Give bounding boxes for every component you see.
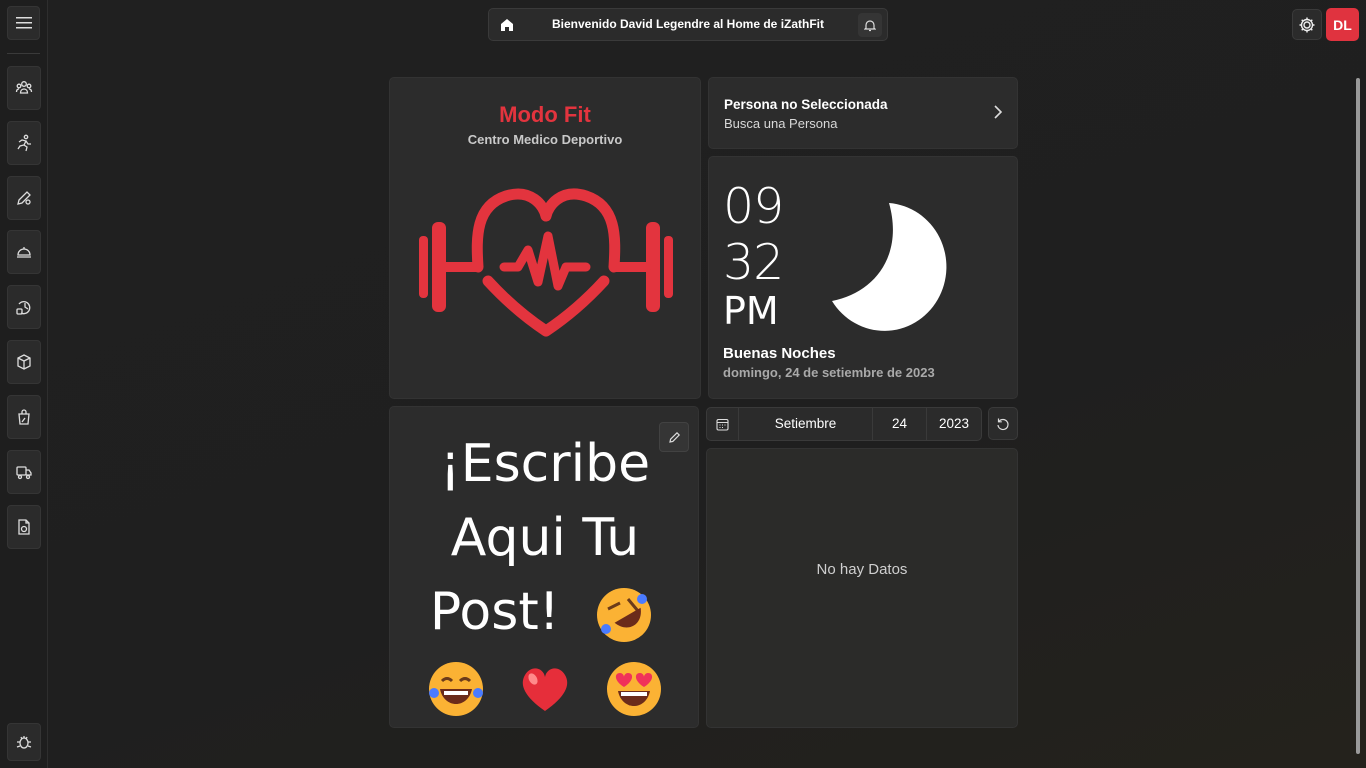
sidebar-item-services[interactable]	[7, 230, 41, 274]
page-title: Bienvenido David Legendre al Home de iZa…	[551, 17, 825, 31]
calendar-button[interactable]	[707, 408, 739, 440]
clock-minutes: 32	[723, 234, 784, 291]
hamburger-icon	[15, 17, 32, 29]
joy-emoji-icon	[429, 662, 484, 716]
post-line-2: Aqui Tu	[450, 508, 640, 568]
post-line-1: ¡Escribe	[439, 434, 651, 494]
edit-settings-icon	[17, 191, 31, 205]
person-subtitle: Busca una Persona	[724, 116, 838, 131]
hamburger-menu-button[interactable]	[7, 6, 40, 40]
gear-icon	[1299, 17, 1315, 32]
sidebar	[0, 0, 48, 768]
calendar-icon	[716, 418, 729, 431]
heart-emoji-icon	[522, 668, 568, 711]
post-line-3-row: Post!	[410, 575, 680, 649]
data-panel: No hay Datos	[706, 448, 1018, 728]
sidebar-item-edit-settings[interactable]	[7, 176, 41, 220]
brand-card: Modo Fit Centro Medico Deportivo	[389, 77, 701, 399]
home-button[interactable]	[495, 13, 519, 37]
post-emoji-row	[410, 649, 680, 723]
rofl-emoji-icon	[597, 588, 652, 642]
home-icon	[501, 19, 513, 31]
chevron-right-icon	[994, 105, 1003, 119]
sidebar-item-documents[interactable]	[7, 505, 41, 549]
sidebar-item-delivery[interactable]	[7, 450, 41, 494]
heart-eyes-emoji-icon	[606, 662, 661, 716]
people-icon	[15, 81, 33, 94]
shopping-bag-percent-icon	[18, 409, 30, 425]
service-bell-icon	[17, 247, 31, 258]
sidebar-item-debug[interactable]	[7, 723, 41, 761]
post-content: ¡Escribe Aqui Tu Post!	[410, 427, 680, 723]
bug-icon	[16, 736, 32, 749]
history-lock-icon	[16, 301, 31, 315]
running-person-icon	[17, 134, 31, 152]
brand-subtitle: Centro Medico Deportivo	[467, 132, 623, 147]
brand-name: Modo Fit	[499, 102, 591, 127]
person-title: Persona no Seleccionada	[724, 97, 888, 112]
post-card: ¡Escribe Aqui Tu Post!	[389, 406, 699, 728]
year-picker[interactable]: 2023	[927, 408, 981, 440]
moon-icon	[832, 203, 947, 331]
sidebar-item-history[interactable]	[7, 285, 41, 329]
date-selector: Setiembre 24 2023	[706, 407, 982, 441]
sidebar-divider	[7, 53, 40, 54]
post-line-3: Post!	[429, 582, 560, 642]
refresh-icon	[997, 418, 1009, 430]
bell-icon	[864, 19, 876, 31]
person-selector-card[interactable]: Persona no Seleccionada Busca una Person…	[708, 77, 1018, 149]
day-picker[interactable]: 24	[873, 408, 927, 440]
refresh-button[interactable]	[988, 407, 1018, 440]
settings-button[interactable]	[1292, 9, 1322, 40]
truck-icon	[16, 466, 32, 480]
page-scrollbar[interactable]	[1356, 78, 1360, 754]
document-sync-icon	[18, 519, 30, 535]
sidebar-item-people[interactable]	[7, 66, 41, 110]
greeting-text: Buenas Noches	[723, 345, 836, 362]
empty-state-text: No hay Datos	[816, 561, 908, 578]
clock-hours: 09	[723, 178, 784, 235]
sidebar-item-activity[interactable]	[7, 121, 41, 165]
sidebar-item-sales[interactable]	[7, 395, 41, 439]
header-bar: Bienvenido David Legendre al Home de iZa…	[488, 8, 888, 41]
notifications-button[interactable]	[858, 13, 882, 37]
sidebar-item-products[interactable]	[7, 340, 41, 384]
clock-card: 09 32 PM Buenas Noches domingo, 24 de se…	[708, 156, 1018, 399]
month-picker[interactable]: Setiembre	[739, 408, 873, 440]
box-icon	[17, 354, 31, 370]
current-date-text: domingo, 24 de setiembre de 2023	[723, 365, 935, 380]
clock-ampm: PM	[723, 289, 779, 333]
heart-dumbbell-logo	[419, 188, 673, 337]
user-avatar[interactable]: DL	[1326, 8, 1359, 41]
